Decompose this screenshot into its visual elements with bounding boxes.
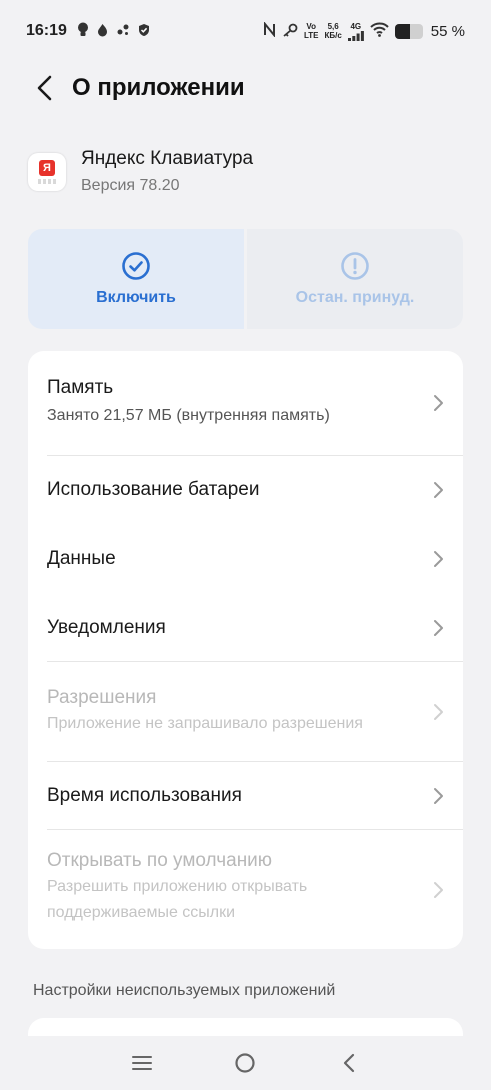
action-buttons: Включить Остан. принуд. (28, 229, 463, 329)
app-name: Яндекс Клавиатура (81, 148, 254, 169)
settings-card: Память Занято 21,57 МБ (внутренняя памят… (28, 351, 463, 949)
chevron-right-icon (434, 551, 443, 567)
chevron-right-icon (434, 787, 443, 804)
app-icon: Я (28, 153, 66, 191)
app-icon-letter: Я (39, 160, 55, 176)
setting-data[interactable]: Данные (28, 524, 463, 594)
force-stop-button[interactable]: Остан. принуд. (247, 229, 463, 329)
back-triangle-icon (344, 1053, 355, 1073)
app-info: Я Яндекс Клавиатура Версия 78.20 (28, 145, 253, 195)
lightbulb-icon (77, 22, 89, 40)
setting-storage[interactable]: Память Занято 21,57 МБ (внутренняя памят… (28, 351, 463, 455)
setting-screen-time[interactable]: Время использования (28, 762, 463, 829)
enable-label: Включить (96, 289, 176, 306)
status-bar: 16:19 Vo LTE 5,6 КБ/с 4G 55 % (0, 0, 491, 62)
sparkle-icon (116, 23, 130, 40)
setting-subtitle: Приложение не запрашивало разрешения (47, 714, 363, 732)
back-button[interactable] (30, 73, 60, 103)
check-circle-icon (122, 252, 150, 280)
app-bar: О приложении (0, 62, 491, 114)
home-circle-icon (235, 1053, 256, 1073)
setting-subtitle: Занято 21,57 МБ (внутренняя память) (47, 407, 330, 424)
menu-icon (131, 1056, 152, 1070)
setting-subtitle: Разрешить приложению открывать поддержив… (47, 878, 308, 921)
status-time: 16:19 (26, 22, 67, 39)
page-title: О приложении (72, 74, 245, 101)
back-arrow-icon (37, 75, 52, 101)
setting-open-by-default: Открывать по умолчанию Разрешить приложе… (28, 830, 463, 949)
chevron-right-icon (434, 482, 443, 498)
setting-title: Использование батареи (47, 479, 260, 500)
battery-icon (394, 23, 423, 39)
setting-title: Память (47, 377, 114, 398)
recent-apps-button[interactable] (122, 1043, 162, 1083)
setting-notifications[interactable]: Уведомления (28, 594, 463, 661)
nav-back-button[interactable] (329, 1043, 369, 1083)
navigation-bar (0, 1036, 491, 1090)
app-version: Версия 78.20 (81, 177, 180, 194)
shield-check-icon (138, 23, 150, 40)
setting-battery-usage[interactable]: Использование батареи (28, 456, 463, 524)
key-icon (282, 23, 298, 40)
setting-title: Данные (47, 548, 116, 569)
fire-icon (97, 23, 108, 40)
wifi-icon (370, 22, 389, 40)
section-header-unused-apps: Настройки неиспользуемых приложений (33, 982, 336, 999)
chevron-right-icon (434, 882, 443, 898)
setting-title: Время использования (47, 784, 242, 806)
enable-button[interactable]: Включить (28, 229, 244, 329)
force-stop-label: Остан. принуд. (295, 289, 415, 306)
home-button[interactable] (225, 1043, 265, 1083)
keyboard-keys-icon (38, 179, 56, 184)
nfc-icon (263, 21, 276, 40)
battery-percent: 55 % (430, 22, 465, 40)
chevron-right-icon (434, 703, 443, 720)
cell-signal-icon: 4G (347, 22, 364, 41)
setting-permissions: Разрешения Приложение не запрашивало раз… (28, 662, 463, 761)
setting-title: Открывать по умолчанию (47, 850, 273, 871)
alert-circle-icon (341, 252, 369, 280)
volte-indicator: Vo LTE (303, 22, 319, 40)
network-speed: 5,6 КБ/с (324, 22, 342, 40)
chevron-right-icon (434, 619, 443, 636)
chevron-right-icon (434, 395, 443, 411)
setting-title: Уведомления (47, 616, 166, 638)
setting-title: Разрешения (47, 686, 157, 708)
